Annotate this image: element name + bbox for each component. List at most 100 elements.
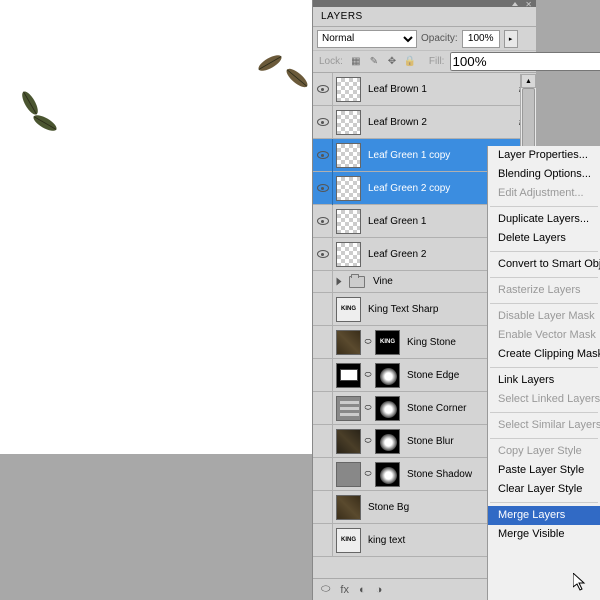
eye-icon xyxy=(317,217,329,225)
menu-separator xyxy=(490,412,598,413)
expand-icon[interactable] xyxy=(337,278,342,286)
layer-thumbnail[interactable] xyxy=(336,110,361,135)
visibility-toggle[interactable] xyxy=(313,139,333,172)
layer-thumbnail[interactable] xyxy=(336,77,361,102)
menu-separator xyxy=(490,303,598,304)
menu-item[interactable]: Delete Layers xyxy=(488,229,600,248)
menu-item[interactable]: Duplicate Layers... xyxy=(488,210,600,229)
menu-separator xyxy=(490,502,598,503)
layer-thumbnail[interactable] xyxy=(336,143,361,168)
visibility-toggle[interactable] xyxy=(313,458,333,491)
menu-item: Select Similar Layers xyxy=(488,416,600,435)
eye-icon xyxy=(317,250,329,258)
menu-item: Disable Layer Mask xyxy=(488,307,600,326)
leaf-shape xyxy=(28,109,62,138)
menu-separator xyxy=(490,206,598,207)
menu-item[interactable]: Blending Options... xyxy=(488,165,600,184)
menu-item[interactable]: Merge Layers xyxy=(488,506,600,525)
layer-name[interactable]: Leaf Brown 1 xyxy=(364,84,519,95)
lock-transparency-icon[interactable]: ▦ xyxy=(349,55,363,69)
link-icon: ⬭ xyxy=(363,330,373,355)
visibility-toggle[interactable] xyxy=(313,293,333,326)
visibility-toggle[interactable] xyxy=(313,326,333,359)
layers-tab[interactable]: LAYERS xyxy=(313,8,371,25)
menu-item[interactable]: Clear Layer Style xyxy=(488,480,600,499)
adjustment-icon[interactable]: ◑ xyxy=(376,584,383,596)
layer-thumbs xyxy=(333,242,364,267)
panel-titlebar[interactable]: ✕ xyxy=(313,0,536,7)
link-icon: ⬭ xyxy=(363,396,373,421)
layer-context-menu: Layer Properties...Blending Options...Ed… xyxy=(487,146,600,600)
menu-item: Edit Adjustment... xyxy=(488,184,600,203)
opacity-input[interactable] xyxy=(462,30,500,48)
layer-thumbnail[interactable] xyxy=(375,429,400,454)
layer-thumbnail[interactable] xyxy=(336,330,361,355)
link-icon: ⬭ xyxy=(363,363,373,388)
menu-item[interactable]: Merge Visible xyxy=(488,525,600,544)
blend-mode-select[interactable]: Normal xyxy=(317,30,417,48)
link-icon[interactable]: ⬭ xyxy=(321,583,330,596)
panel-tabs: LAYERS xyxy=(313,7,536,27)
lock-position-icon[interactable]: ✥ xyxy=(385,55,399,69)
fill-input[interactable] xyxy=(450,52,600,71)
lock-all-icon[interactable]: 🔒 xyxy=(403,55,417,69)
visibility-toggle[interactable] xyxy=(313,392,333,425)
layer-row[interactable]: Leaf Brown 2fx xyxy=(313,106,536,139)
layer-thumbnail[interactable]: KING xyxy=(375,330,400,355)
visibility-toggle[interactable] xyxy=(313,205,333,238)
layer-row[interactable]: Leaf Brown 1fx xyxy=(313,73,536,106)
mask-icon[interactable]: ◐ xyxy=(359,584,366,596)
layer-thumbnail[interactable] xyxy=(336,396,361,421)
layer-thumbnail[interactable] xyxy=(336,363,361,388)
visibility-toggle[interactable] xyxy=(313,73,333,106)
menu-separator xyxy=(490,251,598,252)
layer-thumbnail[interactable]: KING xyxy=(336,297,361,322)
layer-name[interactable]: Leaf Brown 2 xyxy=(364,117,519,128)
layer-thumbnail[interactable] xyxy=(336,462,361,487)
close-icon[interactable]: ✕ xyxy=(525,0,532,9)
eye-icon xyxy=(317,85,329,93)
blend-row: Normal Opacity: ▸ xyxy=(313,27,536,51)
menu-item: Select Linked Layers xyxy=(488,390,600,409)
layer-thumbnail[interactable] xyxy=(336,176,361,201)
layer-thumbs xyxy=(333,143,364,168)
fx-icon[interactable]: fx xyxy=(340,584,349,596)
layer-thumbnail[interactable] xyxy=(336,495,361,520)
visibility-toggle[interactable] xyxy=(313,425,333,458)
menu-item[interactable]: Convert to Smart Object xyxy=(488,255,600,274)
menu-item[interactable]: Link Layers xyxy=(488,371,600,390)
layer-thumbs: ⬭ xyxy=(333,462,403,487)
scroll-up-icon[interactable]: ▲ xyxy=(521,74,536,88)
menu-item: Copy Layer Style xyxy=(488,442,600,461)
visibility-toggle[interactable] xyxy=(313,172,333,205)
lock-paint-icon[interactable]: ✎ xyxy=(367,55,381,69)
opacity-arrow-icon[interactable]: ▸ xyxy=(504,30,518,48)
layer-thumbnail[interactable] xyxy=(336,429,361,454)
visibility-toggle[interactable] xyxy=(313,359,333,392)
layer-thumbnail[interactable] xyxy=(336,242,361,267)
menu-item[interactable]: Layer Properties... xyxy=(488,146,600,165)
collapse-icon xyxy=(512,2,518,6)
layer-thumbs: ⬭ xyxy=(333,363,403,388)
visibility-toggle[interactable] xyxy=(313,524,333,557)
layer-thumbnail[interactable] xyxy=(336,209,361,234)
visibility-toggle[interactable] xyxy=(313,491,333,524)
link-icon: ⬭ xyxy=(363,462,373,487)
menu-item[interactable]: Paste Layer Style xyxy=(488,461,600,480)
layer-thumbs: KING xyxy=(333,528,364,553)
menu-separator xyxy=(490,438,598,439)
menu-item[interactable]: Create Clipping Mask xyxy=(488,345,600,364)
layer-thumbnail[interactable]: KING xyxy=(336,528,361,553)
layer-thumbnail[interactable] xyxy=(375,462,400,487)
layer-thumbs xyxy=(333,176,364,201)
eye-icon xyxy=(317,184,329,192)
canvas-gray-region xyxy=(0,454,312,600)
lock-label: Lock: xyxy=(319,56,343,67)
layer-thumbnail[interactable] xyxy=(375,363,400,388)
canvas-area xyxy=(0,0,312,600)
layer-thumbs: ⬭ xyxy=(333,429,403,454)
layer-thumbnail[interactable] xyxy=(375,396,400,421)
link-icon: ⬭ xyxy=(363,429,373,454)
layer-thumbs xyxy=(333,209,364,234)
visibility-toggle[interactable] xyxy=(313,106,333,139)
